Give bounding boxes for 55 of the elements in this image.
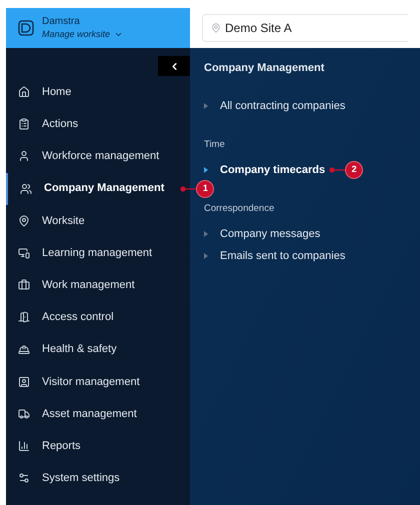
sidebar-item[interactable]: Home (6, 76, 190, 108)
sidebar-label: Actions (42, 117, 78, 132)
sidebar-label: Health & safety (42, 342, 117, 358)
sidebar-label: Work management (42, 278, 135, 293)
sidebar-item[interactable]: System settings (6, 462, 190, 494)
sidebar-item[interactable]: Actions (6, 108, 190, 140)
sidebar-label: Workforce management (42, 149, 160, 164)
hard-hat-icon (18, 344, 30, 356)
panel-link[interactable]: Company messages (220, 226, 320, 242)
sidebar-item[interactable]: Reports (6, 430, 190, 462)
briefcase-icon (18, 279, 30, 292)
bar-chart-icon (18, 440, 30, 452)
monitor-icon (18, 247, 30, 260)
manage-worksite-link[interactable]: Manage worksite (42, 28, 124, 40)
clipboard-icon (18, 118, 30, 130)
sidebar-item[interactable]: Access control (6, 301, 190, 334)
panel-link[interactable]: All contracting companies (220, 98, 346, 114)
callout-pointer (180, 186, 196, 192)
panel-link[interactable]: Emails sent to companies (220, 248, 346, 264)
sidebar-label: Learning management (42, 246, 152, 261)
sidebar-item[interactable]: Worksite (6, 204, 190, 237)
location-icon (211, 23, 221, 33)
sidebar-label: Access control (42, 310, 114, 326)
sidebar-label: System settings (42, 471, 120, 486)
map-pin-icon (18, 214, 30, 227)
panel-link[interactable]: Company timecards (220, 162, 326, 178)
callout-pointer (329, 167, 346, 173)
settings-icon (18, 472, 30, 484)
sidebar-item[interactable]: Health & safety (6, 334, 190, 366)
people-icon (20, 182, 32, 195)
sidebar-item[interactable]: Work management (6, 269, 190, 302)
sidebar-label: Reports (42, 438, 81, 454)
sidebar-label: Company Management (44, 181, 164, 196)
section-heading: Time (204, 139, 226, 151)
sidebar-label: Asset management (42, 406, 137, 422)
callout-badge: 2 (345, 161, 364, 179)
brand-name: Damstra (42, 16, 81, 29)
person-icon (18, 150, 30, 162)
panel-title: Company Management (204, 62, 326, 75)
sidebar-item[interactable]: Asset management (6, 398, 190, 430)
collapse-button[interactable] (158, 56, 190, 76)
badge-icon (18, 376, 30, 388)
logo-icon (18, 20, 34, 36)
sidebar-item[interactable]: Visitor management (6, 366, 190, 398)
home-icon (18, 86, 30, 98)
sidebar-label: Home (42, 84, 72, 100)
site-search-field[interactable]: Demo Site A (202, 14, 408, 42)
sidebar-item[interactable]: Learning management (6, 236, 190, 270)
truck-icon (18, 408, 30, 420)
sidebar-label: Worksite (42, 214, 85, 229)
sidebar-item[interactable]: Workforce management (6, 140, 190, 173)
sidebar-label: Visitor management (42, 374, 140, 390)
door-icon (18, 311, 30, 324)
section-heading: Correspondence (204, 203, 276, 215)
site-input: Demo Site A (225, 19, 375, 37)
